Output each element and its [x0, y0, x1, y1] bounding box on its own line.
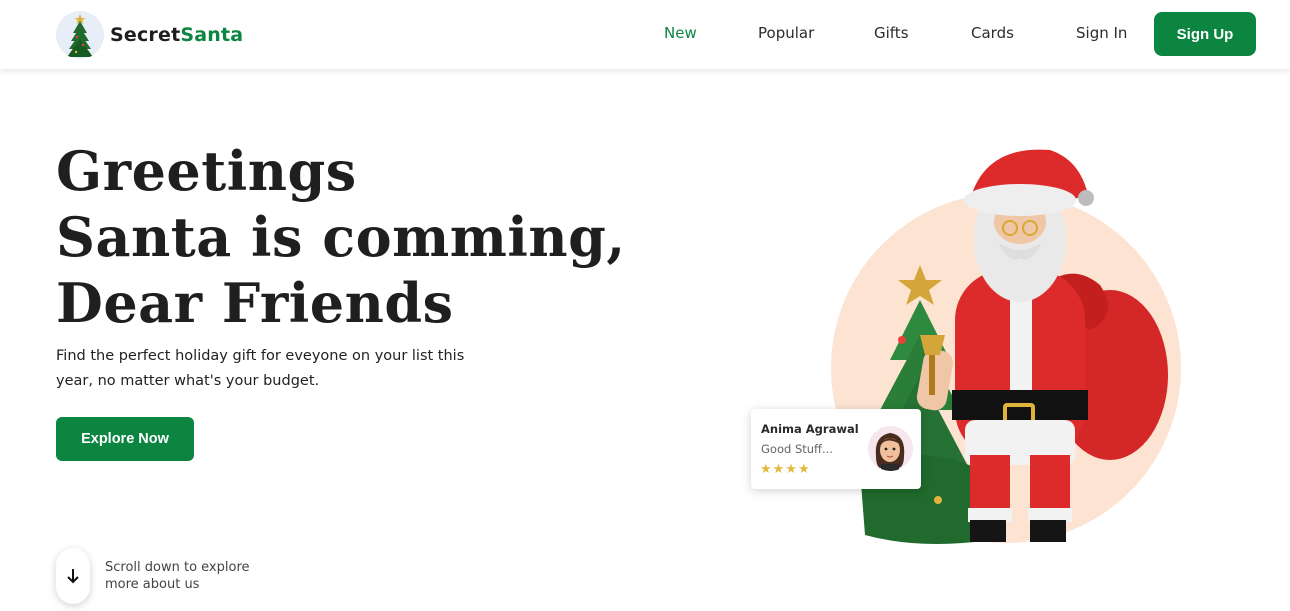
scroll-hint-text: Scroll down to explore more about us [105, 560, 250, 592]
brand-name-part1: Secret [110, 24, 181, 46]
logo[interactable]: SecretSanta [56, 10, 243, 60]
hero-subtitle: Find the perfect holiday gift for eveyon… [56, 348, 465, 389]
review-text: Good Stuff... [761, 442, 833, 456]
avatar [868, 426, 913, 471]
star-rating: ★★★★ [760, 462, 811, 477]
site-header: SecretSanta New Popular Gifts Cards Sign… [0, 0, 1290, 69]
nav-gifts[interactable]: Gifts [874, 24, 909, 42]
christmas-tree-icon [56, 11, 104, 59]
nav-popular[interactable]: Popular [758, 24, 814, 42]
scroll-down-button[interactable] [56, 548, 90, 604]
explore-now-button[interactable]: Explore Now [56, 417, 194, 461]
nav-new[interactable]: New [664, 24, 697, 42]
hero-title-line-3: Dear Friends [56, 271, 454, 335]
hero-title-line-1: Greetings [56, 139, 357, 203]
nav-cards[interactable]: Cards [971, 24, 1014, 42]
nav-sign-in[interactable]: Sign In [1076, 24, 1127, 42]
brand-name-part2: Santa [180, 24, 244, 46]
arrow-down-icon [67, 569, 79, 584]
brand-name: SecretSanta [110, 24, 243, 46]
hero-title-line-2: Santa is comming, [56, 205, 626, 269]
review-card: Anima Agrawal Good Stuff... ★★★★ [751, 409, 921, 489]
hero-title: Greetings Santa is comming, Dear Friends [56, 138, 626, 336]
reviewer-name: Anima Agrawal [761, 422, 859, 436]
sign-up-button[interactable]: Sign Up [1154, 12, 1256, 56]
